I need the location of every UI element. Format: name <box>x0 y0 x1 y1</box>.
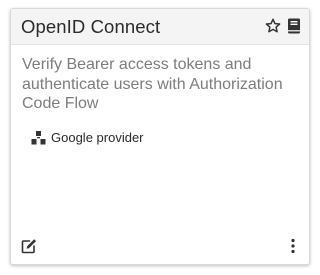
kebab-menu-icon[interactable] <box>289 238 297 254</box>
card-header: OpenID Connect <box>11 9 309 45</box>
edit-icon[interactable] <box>21 238 37 254</box>
book-icon[interactable] <box>287 18 301 34</box>
extension-card: OpenID Connect Verify Bearer access toke… <box>10 8 310 265</box>
card-description: Verify Bearer access tokens and authenti… <box>22 56 283 112</box>
card-title: OpenID Connect <box>21 16 161 37</box>
star-icon[interactable] <box>265 18 281 34</box>
provider-label: Google provider <box>51 130 144 145</box>
cubes-icon <box>31 131 46 145</box>
